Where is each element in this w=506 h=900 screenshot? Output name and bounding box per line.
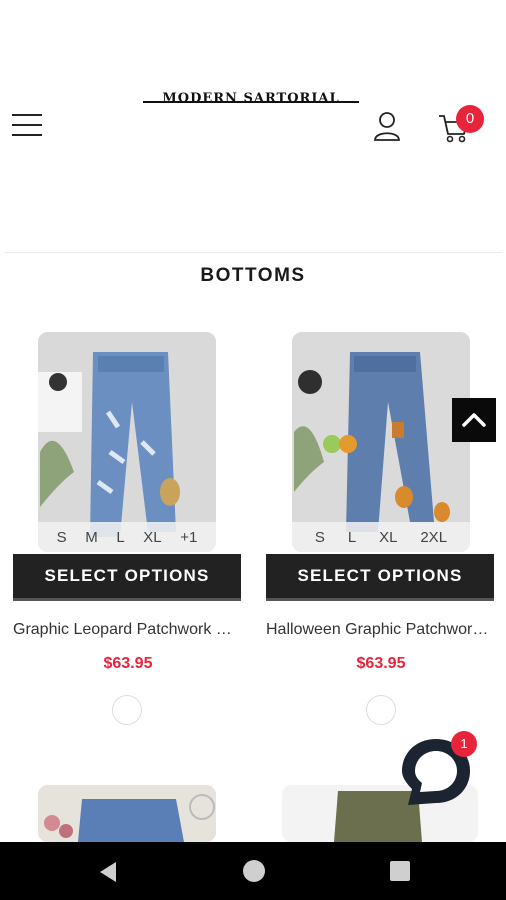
chevron-up-icon[interactable] — [452, 398, 496, 442]
size-list: S M L XL +1 — [38, 522, 216, 552]
product-price: $63.95 — [103, 655, 153, 672]
size-option[interactable]: XL — [143, 529, 161, 546]
size-option[interactable]: +1 — [180, 529, 197, 546]
size-option[interactable]: S — [315, 529, 325, 546]
product-price: $63.95 — [356, 655, 406, 672]
color-swatch[interactable] — [366, 695, 396, 725]
user-icon[interactable] — [372, 110, 402, 142]
size-option[interactable]: 2XL — [420, 529, 447, 546]
size-option[interactable]: S — [57, 529, 67, 546]
select-options-button[interactable]: SELECT OPTIONS — [266, 554, 494, 601]
product-name[interactable]: Halloween Graphic Patchwork Jeans — [266, 621, 496, 639]
site-logo[interactable]: MODERN SARTORIAL — [143, 91, 359, 111]
cart-count-badge: 0 — [456, 105, 484, 133]
logo-text: MODERN SARTORIAL — [162, 91, 340, 106]
hamburger-menu-icon[interactable] — [12, 112, 44, 138]
product-name[interactable]: Graphic Leopard Patchwork Ripped Jeans — [13, 621, 243, 639]
product-image[interactable] — [38, 785, 216, 842]
header-divider — [4, 252, 502, 253]
chat-unread-badge: 1 — [451, 731, 477, 757]
back-triangle-icon[interactable] — [96, 860, 120, 884]
product-image[interactable]: S L XL 2XL — [292, 332, 470, 552]
size-option[interactable]: L — [348, 529, 356, 546]
select-options-button[interactable]: SELECT OPTIONS — [13, 554, 241, 601]
home-circle-icon[interactable] — [243, 860, 265, 882]
product-image[interactable]: S M L XL +1 — [38, 332, 216, 552]
size-option[interactable]: L — [116, 529, 124, 546]
color-swatch[interactable] — [112, 695, 142, 725]
size-list: S L XL 2XL — [292, 522, 470, 552]
size-option[interactable]: M — [85, 529, 98, 546]
section-title: BOTTOMS — [200, 265, 306, 286]
size-option[interactable]: XL — [379, 529, 397, 546]
site-header: MODERN SARTORIAL 0 — [0, 0, 506, 252]
recents-square-icon[interactable] — [390, 861, 410, 881]
